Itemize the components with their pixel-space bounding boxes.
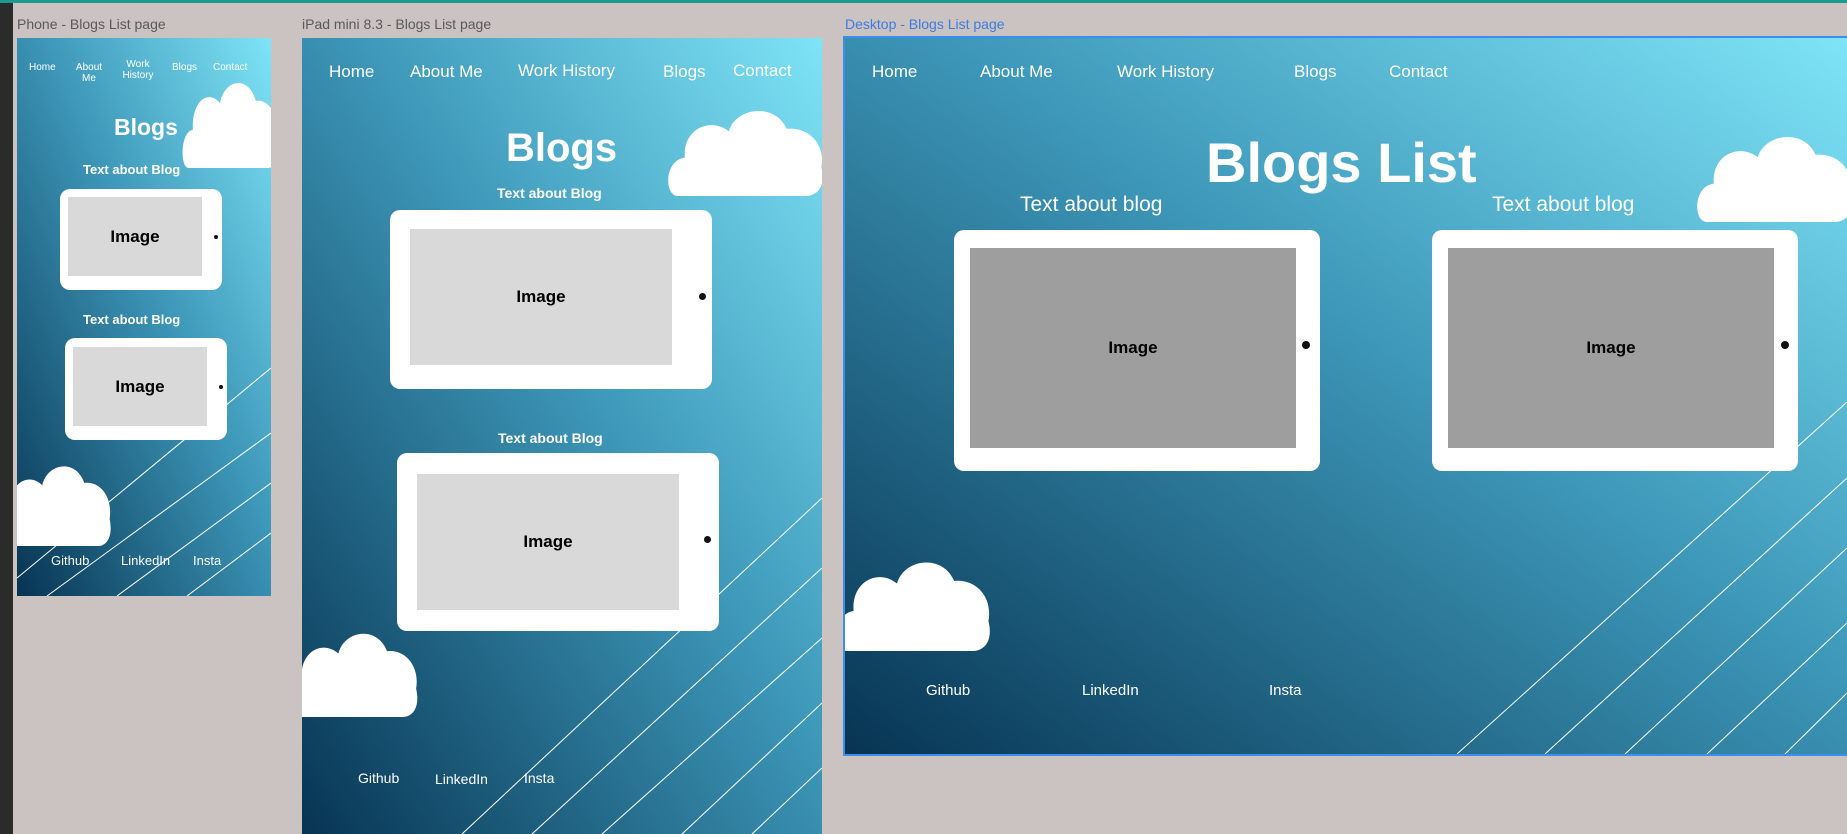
blog-card[interactable]: Image <box>954 230 1320 471</box>
blog-card[interactable]: Image <box>65 338 227 440</box>
blog-text: Text about Blog <box>83 312 181 327</box>
blog-image[interactable]: Image <box>417 474 679 610</box>
nav-about[interactable]: About Me <box>980 62 1053 82</box>
left-toolbar <box>0 3 13 834</box>
cloud-icon <box>17 456 113 546</box>
blog-card[interactable]: Image <box>60 189 222 290</box>
footer-github-link[interactable]: Github <box>926 682 970 699</box>
footer-github-link[interactable]: Github <box>358 770 399 786</box>
footer-insta-link[interactable]: Insta <box>1269 682 1302 699</box>
blog-card[interactable]: Image <box>390 210 712 389</box>
carousel-dot[interactable] <box>1302 341 1310 349</box>
blog-text: Text about Blog <box>497 185 602 201</box>
nav-contact[interactable]: Contact <box>213 62 247 73</box>
page-title: Blogs <box>114 114 178 140</box>
desktop-frame[interactable]: Home About Me Work History Blogs Contact… <box>843 36 1847 756</box>
phone-frame-title[interactable]: Phone - Blogs List page <box>17 16 166 32</box>
nav-work-history[interactable]: Work History <box>1117 62 1214 82</box>
blog-image[interactable]: Image <box>73 347 207 426</box>
nav-contact[interactable]: Contact <box>733 61 792 81</box>
blog-text: Text about blog <box>1020 193 1163 216</box>
nav-blogs[interactable]: Blogs <box>172 62 197 73</box>
nav-contact[interactable]: Contact <box>1389 62 1448 82</box>
carousel-dot[interactable] <box>699 293 706 300</box>
carousel-dot[interactable] <box>704 536 711 543</box>
footer-linkedin-link[interactable]: LinkedIn <box>121 553 170 568</box>
nav-work-history[interactable]: Work History <box>518 61 615 81</box>
blog-text: Text about Blog <box>498 430 603 446</box>
phone-frame[interactable]: Home About Me Work History Blogs Contact… <box>17 38 271 596</box>
blog-text: Text about Blog <box>83 162 181 177</box>
footer-github-link[interactable]: Github <box>51 553 89 568</box>
blog-image[interactable]: Image <box>1448 248 1774 448</box>
blog-text: Text about blog <box>1492 193 1635 216</box>
nav-home[interactable]: Home <box>872 62 917 82</box>
ipad-frame-title[interactable]: iPad mini 8.3 - Blogs List page <box>302 16 491 32</box>
cloud-icon <box>1693 126 1847 222</box>
blog-image[interactable]: Image <box>410 229 672 365</box>
blog-card[interactable]: Image <box>1432 230 1798 471</box>
top-accent-line <box>0 0 1847 3</box>
carousel-dot[interactable] <box>1781 341 1789 349</box>
nav-work-history[interactable]: Work History <box>120 59 156 81</box>
carousel-dot[interactable] <box>219 385 223 389</box>
nav-home[interactable]: Home <box>329 62 374 82</box>
nav-blogs[interactable]: Blogs <box>1294 62 1337 82</box>
carousel-dot[interactable] <box>214 235 218 239</box>
cloud-icon <box>845 551 993 651</box>
nav-about[interactable]: About Me <box>410 62 483 82</box>
blog-image[interactable]: Image <box>970 248 1296 448</box>
footer-linkedin-link[interactable]: LinkedIn <box>435 771 488 787</box>
ipad-frame[interactable]: Home About Me Work History Blogs Contact… <box>302 38 822 834</box>
cloud-icon <box>180 72 271 168</box>
cloud-icon <box>302 623 420 717</box>
cloud-icon <box>664 100 822 196</box>
page-title: Blogs <box>506 126 618 170</box>
footer-linkedin-link[interactable]: LinkedIn <box>1082 682 1139 699</box>
blog-card[interactable]: Image <box>397 453 719 631</box>
nav-home[interactable]: Home <box>29 62 56 73</box>
blog-image[interactable]: Image <box>68 197 202 276</box>
footer-insta-link[interactable]: Insta <box>193 553 221 568</box>
nav-about[interactable]: About Me <box>74 62 104 84</box>
footer-insta-link[interactable]: Insta <box>524 770 554 786</box>
page-title: Blogs List <box>1206 131 1477 194</box>
desktop-frame-title[interactable]: Desktop - Blogs List page <box>845 16 1005 32</box>
nav-blogs[interactable]: Blogs <box>663 62 706 82</box>
